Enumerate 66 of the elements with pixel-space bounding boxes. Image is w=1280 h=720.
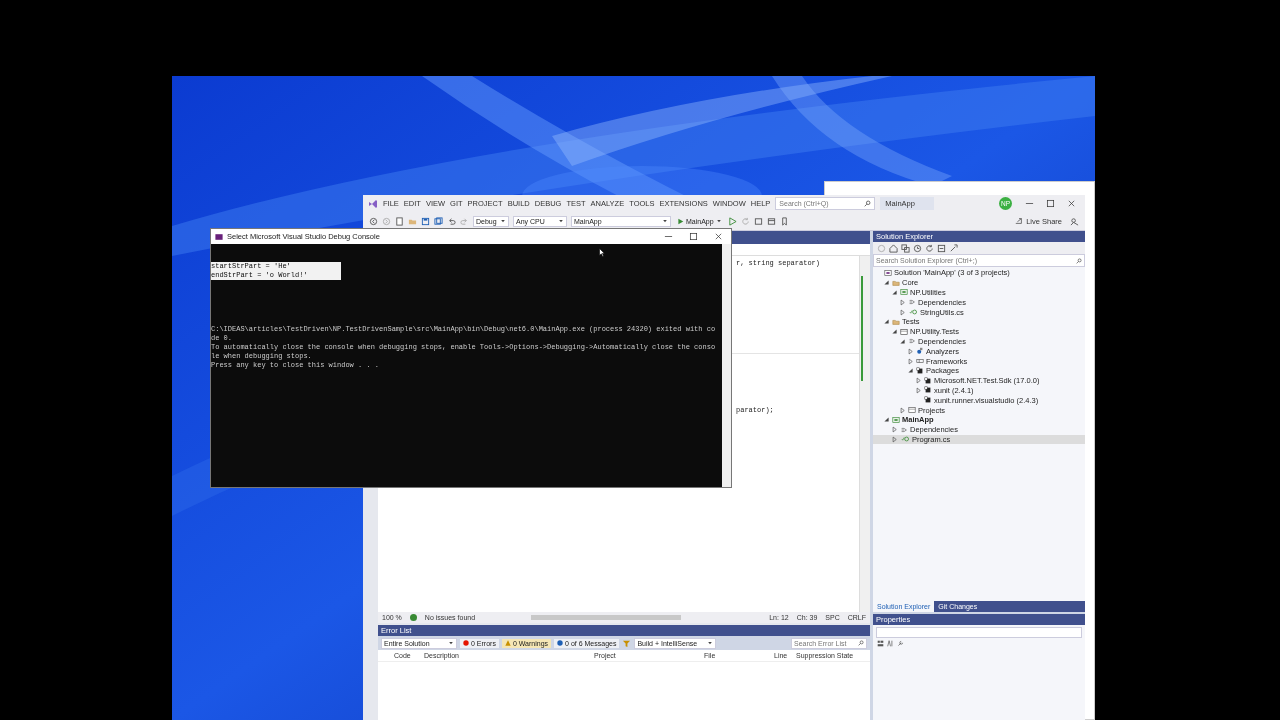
collapsed-arrow-icon[interactable] bbox=[899, 308, 906, 316]
cursor-icon bbox=[599, 248, 605, 257]
sync-icon[interactable] bbox=[925, 243, 934, 253]
alphabetical-icon[interactable] bbox=[887, 640, 894, 647]
scrollbar[interactable] bbox=[859, 256, 870, 612]
expanded-arrow-icon[interactable] bbox=[907, 367, 914, 375]
caret-icon[interactable] bbox=[707, 640, 714, 646]
info-icon bbox=[557, 640, 564, 646]
folder-icon bbox=[892, 317, 900, 326]
error-icon bbox=[463, 640, 469, 646]
expanded-arrow-icon[interactable] bbox=[891, 289, 898, 296]
expanded-arrow-icon[interactable] bbox=[883, 318, 890, 326]
project-icon bbox=[892, 415, 900, 424]
project-icon bbox=[900, 288, 908, 297]
caret-icon[interactable] bbox=[715, 218, 722, 224]
bookmark-icon[interactable] bbox=[779, 216, 789, 226]
maximize-icon[interactable] bbox=[1046, 199, 1055, 208]
home-icon[interactable] bbox=[889, 243, 898, 253]
close-icon[interactable] bbox=[1067, 199, 1076, 208]
history-icon[interactable] bbox=[913, 243, 922, 253]
switch-views-icon[interactable] bbox=[901, 243, 910, 253]
scrollbar[interactable] bbox=[722, 244, 731, 487]
test-project-icon bbox=[900, 327, 908, 336]
caret-icon[interactable] bbox=[448, 640, 454, 646]
save-icon[interactable] bbox=[421, 216, 430, 226]
maximize-icon[interactable] bbox=[689, 232, 698, 241]
back-icon[interactable] bbox=[369, 216, 378, 226]
csharp-file-icon bbox=[908, 308, 918, 317]
folder-icon bbox=[892, 278, 900, 287]
panel-icon[interactable] bbox=[766, 216, 776, 226]
warning-icon bbox=[504, 640, 511, 646]
dependencies-icon bbox=[908, 298, 916, 307]
solution-icon bbox=[884, 268, 892, 277]
projects-icon bbox=[908, 406, 916, 415]
search-icon bbox=[1076, 257, 1082, 264]
wrench-icon[interactable] bbox=[897, 640, 904, 647]
search-icon bbox=[864, 200, 872, 207]
window-icon[interactable] bbox=[753, 216, 763, 226]
console-icon bbox=[215, 232, 223, 241]
close-icon[interactable] bbox=[714, 232, 723, 241]
start-without-debugging-icon[interactable] bbox=[727, 216, 737, 226]
expanded-arrow-icon[interactable] bbox=[899, 337, 906, 345]
caret-icon[interactable] bbox=[500, 218, 506, 224]
collapsed-arrow-icon[interactable] bbox=[899, 406, 906, 414]
dependencies-icon bbox=[908, 337, 916, 346]
expanded-arrow-icon[interactable] bbox=[883, 416, 890, 424]
expanded-arrow-icon[interactable] bbox=[891, 328, 898, 336]
new-item-icon[interactable] bbox=[395, 216, 404, 226]
analyzer-icon bbox=[916, 347, 924, 356]
csharp-file-icon bbox=[900, 435, 910, 444]
save-all-icon[interactable] bbox=[434, 216, 443, 226]
framework-icon bbox=[916, 357, 924, 366]
categorized-icon[interactable] bbox=[877, 640, 884, 647]
caret-icon[interactable] bbox=[662, 218, 668, 224]
share-icon bbox=[1015, 217, 1024, 225]
undo-icon[interactable] bbox=[447, 216, 456, 226]
search-icon bbox=[858, 640, 864, 646]
caret-icon[interactable] bbox=[558, 218, 564, 224]
play-icon bbox=[677, 217, 684, 225]
horizontal-scrollbar[interactable] bbox=[531, 615, 682, 620]
vs-logo-icon[interactable] bbox=[368, 198, 378, 209]
expanded-arrow-icon[interactable] bbox=[883, 279, 890, 287]
collapse-all-icon[interactable] bbox=[937, 243, 946, 253]
collapsed-arrow-icon[interactable] bbox=[915, 386, 922, 394]
dependencies-icon bbox=[900, 425, 908, 434]
collapsed-arrow-icon[interactable] bbox=[891, 435, 898, 443]
